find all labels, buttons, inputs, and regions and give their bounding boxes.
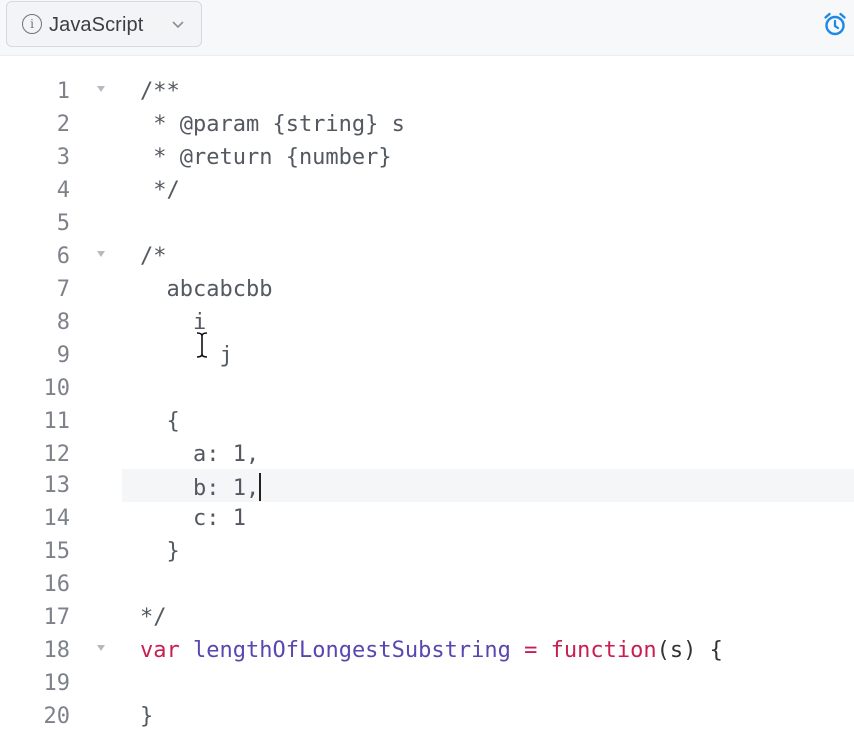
line-number: 17 [43, 605, 71, 630]
code-line-active[interactable]: 13 b: 1, [0, 469, 854, 502]
line-number: 8 [56, 310, 70, 335]
fold-arrow-icon[interactable] [97, 645, 105, 651]
line-number: 1 [56, 79, 70, 104]
code-line[interactable]: 7 abcabcbb [0, 273, 854, 306]
code-text: } [140, 704, 154, 729]
mouse-ibeam-cursor-icon [196, 332, 208, 358]
code-text: * @param {string} s [140, 112, 405, 137]
code-text: */ [140, 605, 167, 630]
code-text: var lengthOfLongestSubstring = function(… [140, 638, 723, 663]
code-line[interactable]: 5 [0, 207, 854, 240]
code-line[interactable]: 10 [0, 372, 854, 405]
code-line[interactable]: 20 } [0, 700, 854, 733]
line-number: 7 [56, 277, 70, 302]
line-number: 14 [43, 506, 71, 531]
code-line[interactable]: 1 /** [0, 75, 854, 108]
code-editor[interactable]: 1 /** 2 * @param {string} s 3 * @return … [0, 57, 854, 743]
code-line[interactable]: 4 */ [0, 174, 854, 207]
keyword-var: var [140, 638, 180, 663]
code-text: c: 1 [140, 506, 246, 531]
line-number: 19 [43, 671, 71, 696]
keyword-function: function [550, 638, 657, 663]
code-text: b: 1, [140, 473, 262, 501]
language-label: JavaScript [49, 14, 144, 36]
code-line[interactable]: 11 { [0, 405, 854, 438]
line-number: 3 [56, 145, 70, 170]
editor-toolbar: i JavaScript [0, 0, 854, 56]
code-text: * @return {number} [140, 145, 392, 170]
code-text: */ [140, 178, 180, 203]
code-text: j [140, 343, 233, 368]
line-number: 4 [56, 178, 70, 203]
fold-arrow-icon[interactable] [97, 251, 105, 257]
code-line[interactable]: 6 /* [0, 240, 854, 273]
code-line[interactable]: 3 * @return {number} [0, 141, 854, 174]
chevron-down-icon [172, 21, 184, 29]
code-text: abcabcbb [140, 277, 273, 302]
code-line[interactable]: 17 */ [0, 601, 854, 634]
line-number: 6 [56, 244, 70, 269]
language-select[interactable]: i JavaScript [6, 1, 202, 47]
code-text: /* [140, 244, 167, 269]
text-cursor [259, 473, 262, 501]
line-number: 18 [43, 638, 71, 663]
code-line[interactable]: 9 j [0, 339, 854, 372]
line-number: 2 [56, 112, 70, 137]
code-line[interactable]: 16 [0, 568, 854, 601]
code-line[interactable]: 8 i [0, 306, 854, 339]
code-text-content: b: 1, [140, 476, 260, 501]
code-line[interactable]: 18 var lengthOfLongestSubstring = functi… [0, 634, 854, 667]
code-line[interactable]: 14 c: 1 [0, 502, 854, 535]
alarm-clock-icon[interactable] [822, 11, 848, 37]
line-number: 13 [43, 473, 71, 498]
fold-arrow-icon[interactable] [97, 86, 105, 92]
line-number: 12 [43, 442, 71, 467]
line-number: 11 [43, 409, 71, 434]
line-number: 20 [43, 704, 71, 729]
info-icon: i [22, 14, 42, 34]
code-text: { [140, 409, 180, 434]
line-number: 15 [43, 539, 71, 564]
code-text: /** [140, 79, 180, 104]
code-text: } [140, 539, 180, 564]
function-name: lengthOfLongestSubstring [193, 638, 511, 663]
line-number: 10 [43, 376, 71, 401]
line-number: 9 [56, 343, 70, 368]
line-number: 5 [56, 211, 70, 236]
line-number: 16 [43, 572, 71, 597]
assign-operator: = [510, 638, 551, 663]
code-line[interactable]: 2 * @param {string} s [0, 108, 854, 141]
code-text: a: 1, [140, 442, 260, 467]
function-args: (s) { [656, 638, 723, 663]
code-line[interactable]: 19 [0, 667, 854, 700]
code-line[interactable]: 12 a: 1, [0, 438, 854, 471]
code-line[interactable]: 15 } [0, 535, 854, 568]
